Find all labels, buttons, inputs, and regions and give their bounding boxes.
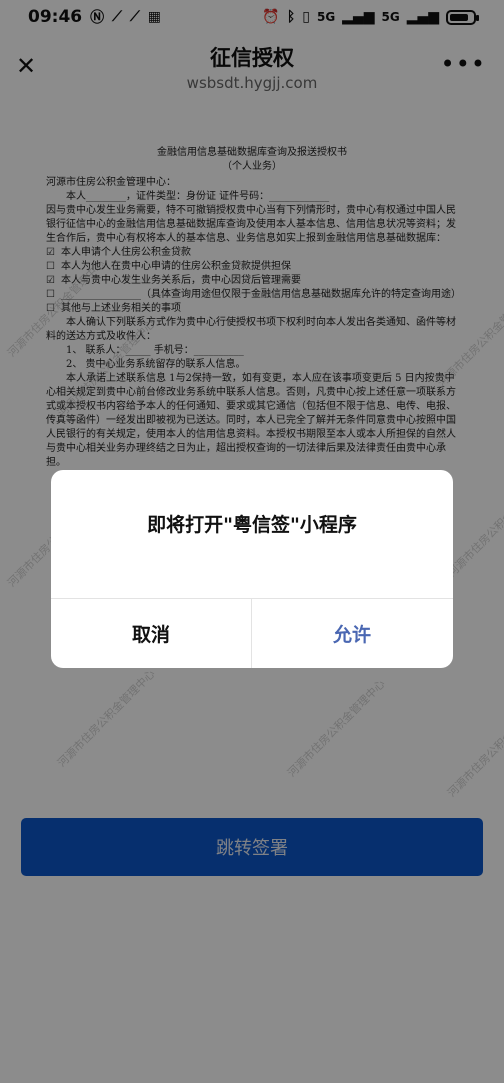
dialog-message: 即将打开"粤信签"小程序 (147, 514, 357, 536)
cancel-button[interactable]: 取消 (51, 599, 251, 668)
open-miniprogram-dialog: 即将打开"粤信签"小程序 取消 允许 (51, 470, 453, 668)
allow-button[interactable]: 允许 (252, 599, 452, 668)
